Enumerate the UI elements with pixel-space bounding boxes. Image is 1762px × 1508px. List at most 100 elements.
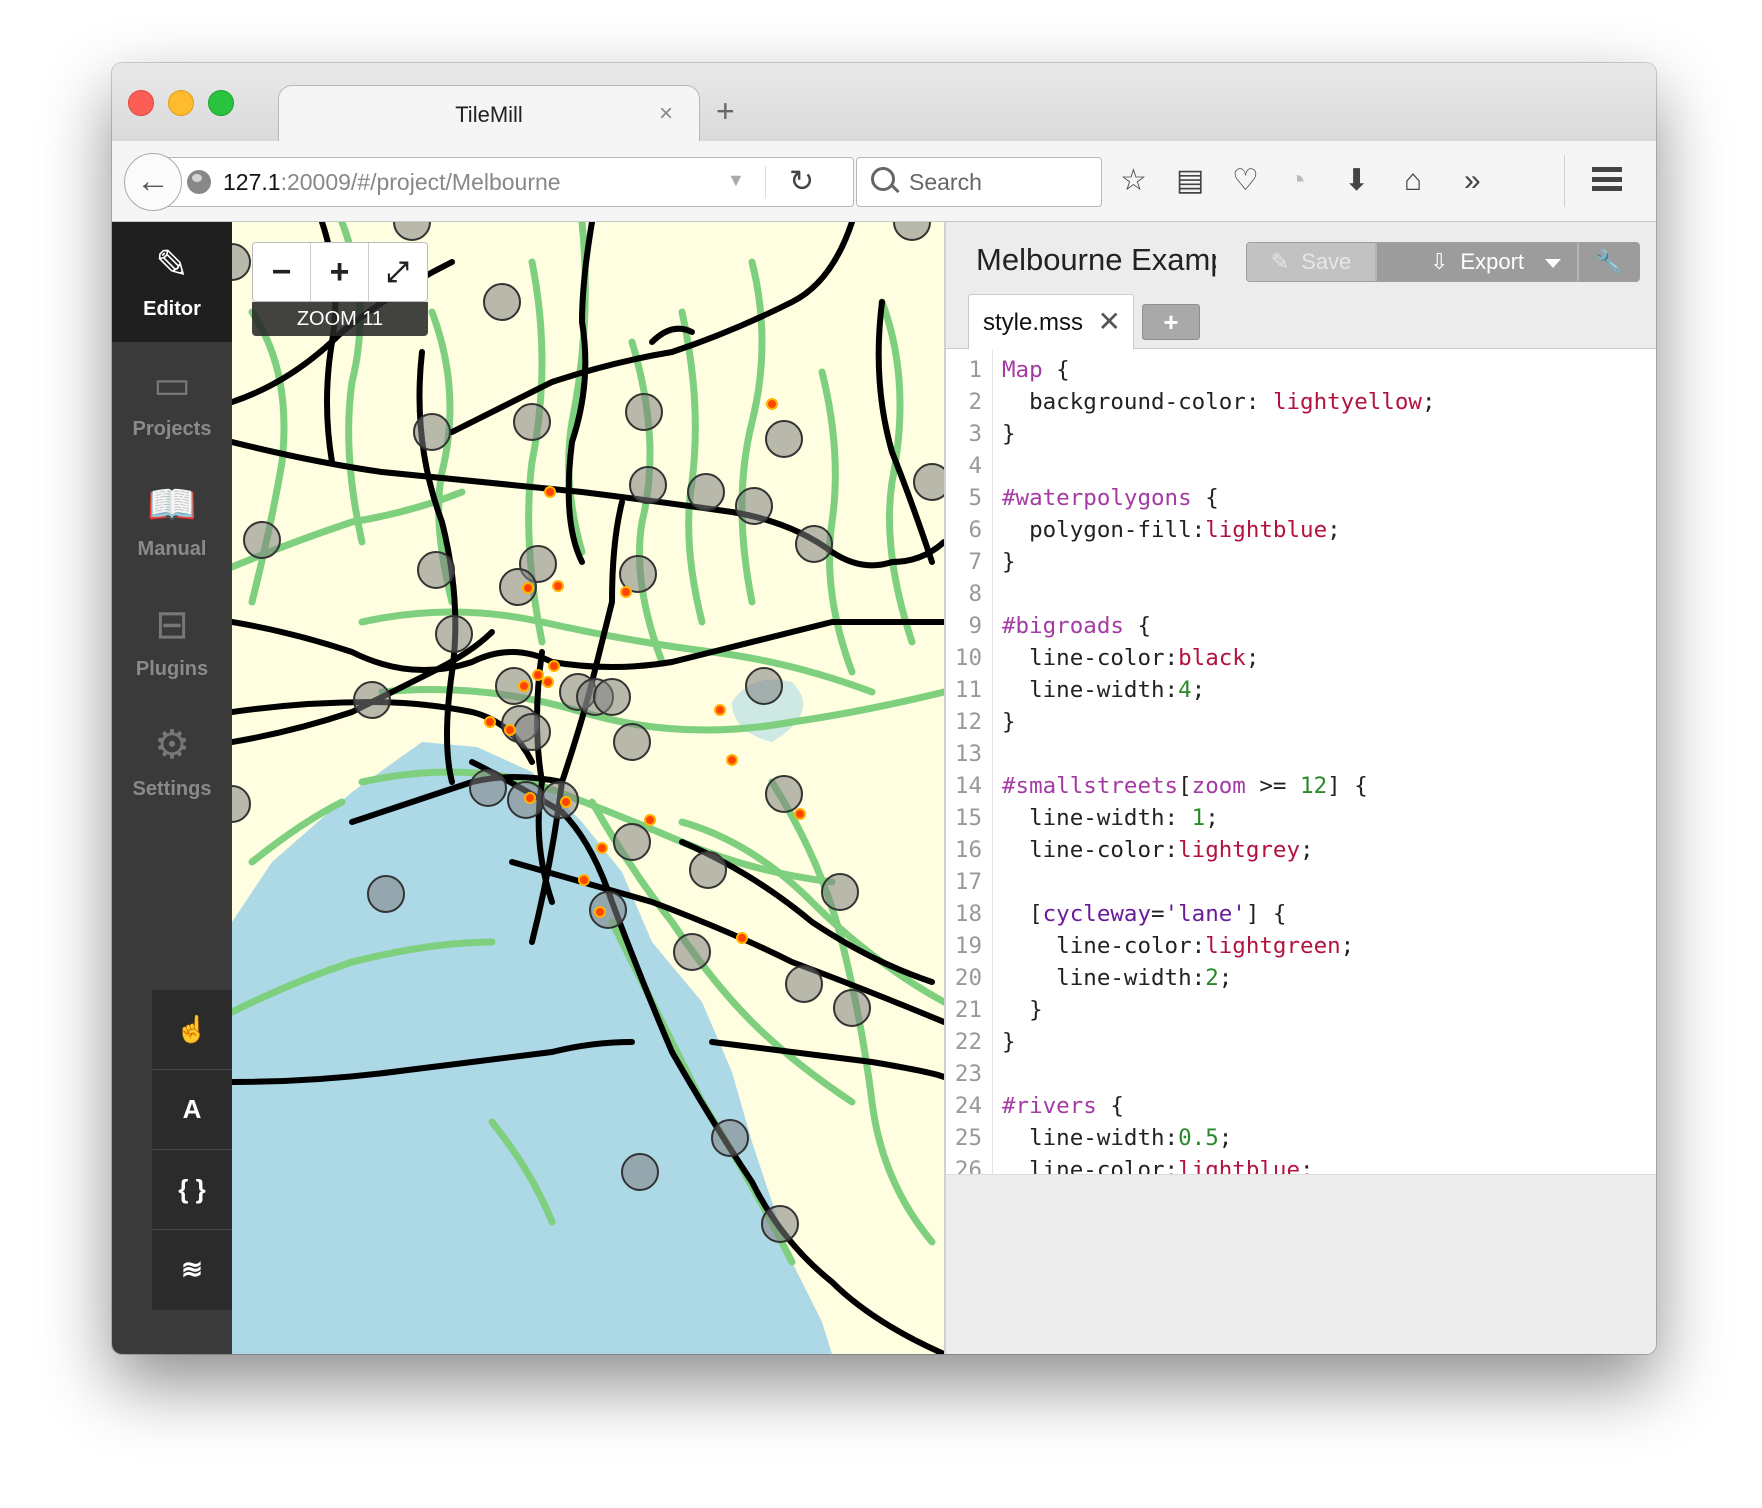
export-icon: ⇩	[1429, 249, 1449, 274]
code-line: line-width:2;	[1002, 965, 1232, 991]
braces-icon[interactable]: { }	[152, 1150, 232, 1230]
export-button[interactable]: ⇩ Export	[1377, 243, 1577, 281]
code-token: ] {	[1245, 901, 1287, 927]
tab-close-icon[interactable]: ×	[659, 100, 673, 128]
url-text[interactable]: 127.1:20009/#/project/Melbourne	[223, 169, 561, 196]
zoom-in-button[interactable]: +	[311, 243, 369, 301]
code-token: line-color:	[1002, 837, 1179, 863]
reading-list-icon[interactable]: ▤	[1176, 161, 1204, 201]
code-token: #waterpolygons	[1002, 485, 1192, 511]
code-token: ;	[1421, 389, 1436, 415]
search-input[interactable]: Search	[856, 157, 1102, 207]
sidebar: ✎ Editor ▭ Projects 📖 Manual ⊟ Plugins ⚙…	[112, 222, 232, 1354]
code-token: #rivers	[1002, 1093, 1097, 1119]
code-token: >=	[1245, 773, 1301, 799]
save-button[interactable]: ✎ Save	[1247, 243, 1375, 281]
sidebar-item-label: Projects	[132, 418, 212, 440]
line-number: 14	[954, 773, 982, 799]
minimize-window-button[interactable]	[168, 90, 194, 116]
line-number: 21	[954, 997, 982, 1023]
line-number: 11	[954, 677, 982, 703]
map-view[interactable]: − + ⤢ ZOOM 11	[232, 222, 944, 1354]
code-line: line-color:lightgrey;	[1002, 837, 1314, 863]
code-token: Map	[1002, 357, 1043, 383]
zoom-control: − + ⤢	[252, 242, 428, 302]
bookmark-star-icon[interactable]: ☆	[1120, 161, 1147, 201]
download-icon[interactable]: ⬇	[1344, 161, 1369, 201]
zoom-level-label: ZOOM 11	[252, 302, 428, 336]
code-token: }	[1002, 997, 1043, 1023]
menu-icon[interactable]	[1592, 167, 1622, 191]
code-line: #bigroads {	[1002, 613, 1151, 639]
layers-icon[interactable]: ≋	[152, 1230, 232, 1309]
line-number: 17	[954, 869, 982, 895]
line-number: 23	[954, 1061, 982, 1087]
code-token: ;	[1191, 677, 1206, 703]
save-label: Save	[1301, 249, 1352, 274]
tab-style-mss[interactable]: style.mss ✕	[968, 294, 1134, 349]
font-icon[interactable]: A	[152, 1070, 232, 1150]
sidebar-item-projects[interactable]: ▭ Projects	[112, 342, 232, 462]
home-icon[interactable]: ⌂	[1404, 161, 1422, 201]
code-token: ;	[1300, 837, 1314, 863]
code-token: ;	[1218, 965, 1233, 991]
fullscreen-icon[interactable]: ⤢	[369, 243, 426, 301]
overflow-icon[interactable]: »	[1464, 161, 1481, 201]
map-canvas	[232, 222, 944, 1354]
sidebar-item-settings[interactable]: ⚙ Settings	[112, 702, 232, 822]
url-separator	[765, 166, 766, 198]
url-host: 127.1	[223, 169, 281, 195]
code-token: 2	[1205, 965, 1219, 991]
close-window-button[interactable]	[128, 90, 154, 116]
code-token: ;	[1300, 1157, 1314, 1174]
url-dropdown-icon[interactable]: ▼	[727, 170, 745, 191]
pocket-icon[interactable]: ♡	[1232, 161, 1259, 201]
project-title: Melbourne Example	[976, 242, 1216, 277]
sidebar-item-label: Manual	[137, 538, 207, 560]
wrench-icon[interactable]: 🔧	[1579, 243, 1639, 281]
line-number: 16	[954, 837, 982, 863]
reload-icon[interactable]: ↻	[789, 164, 814, 199]
code-editor-panel: Melbourne Example ✎ Save ⇩ Export 🔧 style.…	[944, 222, 1656, 1354]
code-token: lightblue	[1205, 517, 1328, 543]
code-token: line-width:	[1002, 805, 1192, 831]
code-token: 12	[1300, 773, 1328, 799]
hand-pointer-icon[interactable]: ☝	[152, 990, 232, 1070]
close-icon[interactable]: ✕	[1098, 305, 1121, 338]
export-label: Export	[1460, 249, 1525, 274]
line-number: 6	[968, 517, 982, 543]
code-area[interactable]: 1 Map {2 background-color: lightyellow; 3}…	[946, 349, 1656, 1174]
code-line: line-width: 1;	[1002, 805, 1219, 831]
rss-icon[interactable]: ◔	[1288, 161, 1306, 201]
zoom-out-button[interactable]: −	[253, 243, 311, 301]
code-token: line-width:	[1002, 677, 1179, 703]
new-tab-button[interactable]: +	[716, 93, 735, 130]
book-icon: 📖	[147, 483, 197, 527]
search-icon	[871, 167, 895, 191]
sidebar-item-manual[interactable]: 📖 Manual	[112, 462, 232, 582]
sidebar-item-plugins[interactable]: ⊟ Plugins	[112, 582, 232, 702]
file-tab-label: style.mss	[983, 309, 1084, 336]
sidebar-item-label: Settings	[132, 778, 212, 800]
browser-tab[interactable]: TileMill ×	[278, 85, 700, 142]
zoom-window-button[interactable]	[208, 90, 234, 116]
back-button[interactable]: ←	[124, 153, 182, 211]
code-token: [	[1002, 901, 1043, 927]
code-token: }	[1002, 421, 1016, 447]
code-token: #bigroads	[1002, 613, 1124, 639]
add-stylesheet-button[interactable]: +	[1142, 304, 1200, 340]
code-token: line-width:	[1002, 1125, 1179, 1151]
code-token: polygon-fill:	[1002, 517, 1206, 543]
code-token: ;	[1340, 933, 1355, 959]
code-token: ;	[1245, 645, 1260, 671]
code-token: }	[1002, 709, 1016, 735]
sidebar-item-editor[interactable]: ✎ Editor	[112, 222, 232, 342]
file-tabs: style.mss ✕ +	[946, 294, 1656, 349]
line-number: 19	[954, 933, 982, 959]
code-line: #rivers {	[1002, 1093, 1124, 1119]
code-line: line-width:0.5;	[1002, 1125, 1232, 1151]
tab-bar: TileMill × +	[112, 63, 1656, 142]
code-token: ;	[1327, 517, 1341, 543]
line-number: 2	[968, 389, 982, 415]
url-bar[interactable]: 127.1:20009/#/project/Melbourne ▼ ↻	[156, 157, 854, 207]
